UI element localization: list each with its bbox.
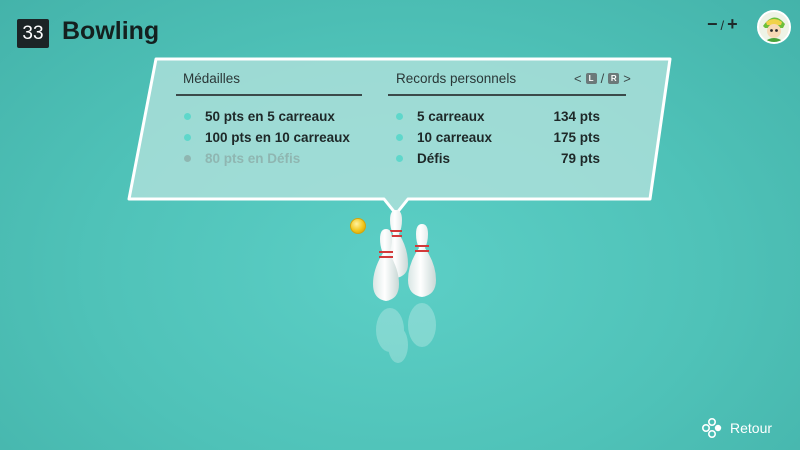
bowling-pin-icon <box>408 224 436 297</box>
button-cluster-icon <box>702 418 722 438</box>
bowling-pins-illustration <box>373 210 436 363</box>
back-button[interactable]: Retour <box>702 418 772 438</box>
back-label: Retour <box>730 420 773 436</box>
